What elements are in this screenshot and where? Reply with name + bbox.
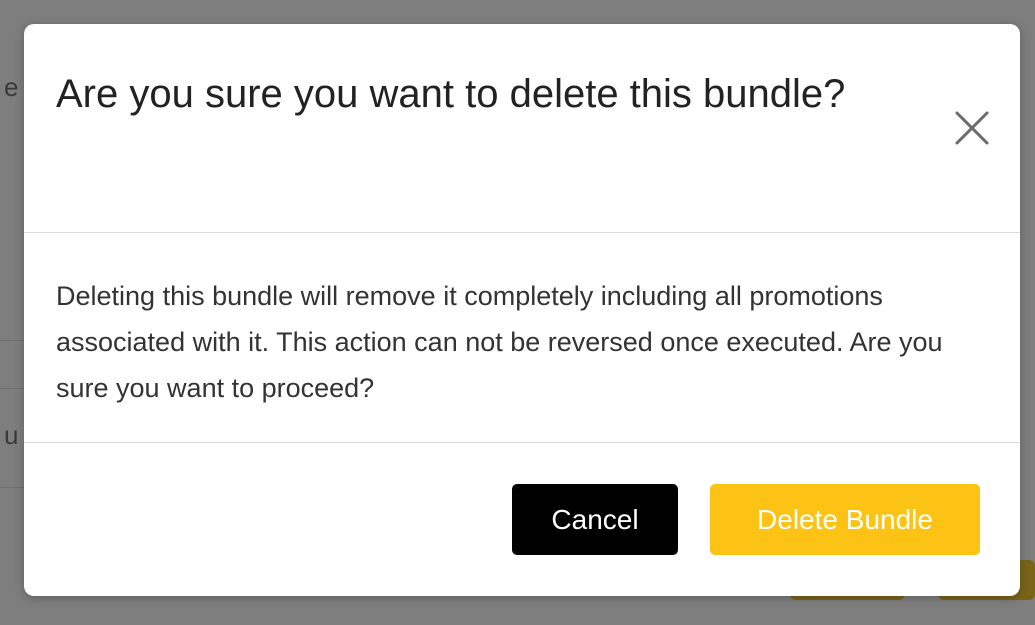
close-button[interactable] <box>952 108 992 148</box>
dialog-body: Deleting this bundle will remove it comp… <box>24 233 1020 443</box>
background-text-fragment: e <box>4 72 19 102</box>
dialog-footer: Cancel Delete Bundle <box>24 443 1020 596</box>
close-icon <box>955 111 989 145</box>
dialog-header: Are you sure you want to delete this bun… <box>24 24 1020 233</box>
cancel-button[interactable]: Cancel <box>512 484 678 555</box>
dialog-title: Are you sure you want to delete this bun… <box>56 72 846 116</box>
delete-bundle-dialog: Are you sure you want to delete this bun… <box>24 24 1020 596</box>
background-text-fragment: u <box>4 420 19 450</box>
delete-bundle-button[interactable]: Delete Bundle <box>710 484 980 555</box>
dialog-message: Deleting this bundle will remove it comp… <box>56 281 943 403</box>
